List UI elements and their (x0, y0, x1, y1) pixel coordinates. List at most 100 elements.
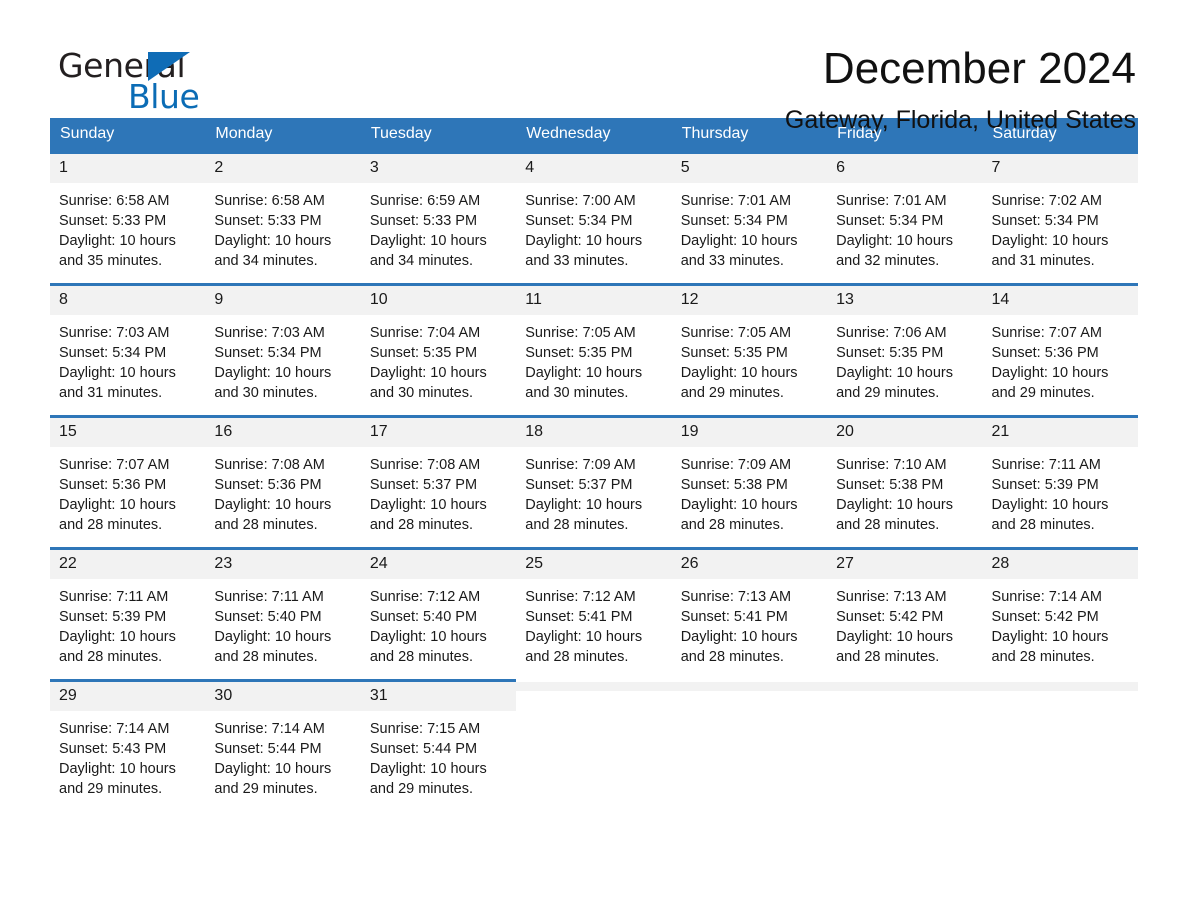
weekday-header-wednesday: Wednesday (516, 118, 672, 153)
day-cell[interactable]: 2 Sunrise: 6:58 AM Sunset: 5:33 PM Daylight… (205, 151, 361, 285)
calendar-week-row: 29 Sunrise: 7:14 AM Sunset: 5:43 PM Dayligh… (50, 679, 1138, 813)
daylight-text: Daylight: 10 hours and 29 minutes. (369, 761, 487, 797)
sunset-text: Sunset: 5:39 PM (991, 477, 1099, 493)
day-cell-empty (671, 679, 828, 813)
calendar-week-row: 15 Sunrise: 7:07 AM Sunset: 5:36 PM Dayligh… (50, 415, 1138, 549)
day-number (671, 682, 828, 691)
day-cell[interactable]: 20 Sunrise: 7:10 AM Sunset: 5:38 PM Dayligh… (827, 415, 983, 549)
title-block: December 2024 Gateway, Florida, United S… (785, 44, 1138, 135)
day-cell[interactable]: 14 Sunrise: 7:07 AM Sunset: 5:36 PM Dayligh… (982, 283, 1138, 417)
calendar-page: General Blue December 2024 Gateway, Flor… (0, 0, 1188, 918)
day-number: 2 (205, 154, 361, 183)
day-number: 25 (516, 550, 672, 579)
sunrise-text: Sunrise: 7:11 AM (991, 457, 1101, 473)
daylight-text: Daylight: 10 hours and 34 minutes. (369, 233, 487, 269)
day-cell[interactable]: 10 Sunrise: 7:04 AM Sunset: 5:35 PM Dayligh… (360, 283, 517, 417)
day-cell[interactable]: 26 Sunrise: 7:13 AM Sunset: 5:41 PM Dayligh… (671, 547, 828, 681)
day-number: 16 (205, 418, 361, 447)
sunset-text: Sunset: 5:34 PM (214, 345, 322, 361)
day-cell[interactable]: 18 Sunrise: 7:09 AM Sunset: 5:37 PM Dayligh… (516, 415, 672, 549)
day-cell[interactable]: 21 Sunrise: 7:11 AM Sunset: 5:39 PM Dayligh… (982, 415, 1138, 549)
sunset-text: Sunset: 5:44 PM (369, 741, 478, 757)
day-cell[interactable]: 29 Sunrise: 7:14 AM Sunset: 5:43 PM Dayligh… (50, 679, 206, 813)
sunset-text: Sunset: 5:34 PM (525, 213, 633, 229)
day-details: Sunrise: 7:06 AM Sunset: 5:35 PM Daylight:… (827, 315, 982, 403)
daylight-text: Daylight: 10 hours and 32 minutes. (836, 233, 953, 269)
calendar-week-row: 22 Sunrise: 7:11 AM Sunset: 5:39 PM Dayligh… (50, 547, 1138, 681)
day-number: 5 (671, 154, 828, 183)
general-blue-logo[interactable]: General Blue (50, 44, 250, 118)
day-number: 15 (50, 418, 206, 447)
day-number: 22 (50, 550, 206, 579)
sunset-text: Sunset: 5:44 PM (214, 741, 322, 757)
day-number: 31 (360, 682, 517, 711)
sunset-text: Sunset: 5:36 PM (59, 477, 167, 493)
sunset-text: Sunset: 5:42 PM (991, 609, 1099, 625)
sunrise-text: Sunrise: 6:59 AM (369, 193, 481, 209)
day-cell[interactable]: 16 Sunrise: 7:08 AM Sunset: 5:36 PM Dayligh… (205, 415, 361, 549)
day-details: Sunrise: 7:09 AM Sunset: 5:37 PM Daylight:… (516, 447, 671, 535)
daylight-text: Daylight: 10 hours and 28 minutes. (214, 629, 332, 665)
daylight-text: Daylight: 10 hours and 35 minutes. (59, 233, 176, 269)
daylight-text: Daylight: 10 hours and 28 minutes. (369, 629, 487, 665)
day-number: 4 (516, 154, 672, 183)
day-cell[interactable]: 8 Sunrise: 7:03 AM Sunset: 5:34 PM Daylight… (50, 283, 206, 417)
sunrise-text: Sunrise: 7:07 AM (991, 325, 1102, 341)
daylight-text: Daylight: 10 hours and 30 minutes. (214, 365, 332, 401)
day-details: Sunrise: 7:01 AM Sunset: 5:34 PM Daylight:… (827, 183, 982, 271)
sunset-text: Sunset: 5:36 PM (214, 477, 322, 493)
day-cell[interactable]: 17 Sunrise: 7:08 AM Sunset: 5:37 PM Dayligh… (360, 415, 517, 549)
daylight-text: Daylight: 10 hours and 31 minutes. (59, 365, 176, 401)
day-cell[interactable]: 4 Sunrise: 7:00 AM Sunset: 5:34 PM Daylight… (516, 151, 672, 285)
day-cell[interactable]: 31 Sunrise: 7:15 AM Sunset: 5:44 PM Dayligh… (360, 679, 517, 813)
day-cell[interactable]: 3 Sunrise: 6:59 AM Sunset: 5:33 PM Daylight… (360, 151, 517, 285)
sunset-text: Sunset: 5:41 PM (680, 609, 788, 625)
daylight-text: Daylight: 10 hours and 29 minutes. (836, 365, 953, 401)
sunset-text: Sunset: 5:34 PM (680, 213, 788, 229)
day-details: Sunrise: 7:00 AM Sunset: 5:34 PM Daylight:… (516, 183, 671, 271)
day-cell[interactable]: 23 Sunrise: 7:11 AM Sunset: 5:40 PM Dayligh… (205, 547, 361, 681)
daylight-text: Daylight: 10 hours and 33 minutes. (525, 233, 643, 269)
sunrise-text: Sunrise: 7:14 AM (214, 721, 325, 737)
day-cell[interactable]: 24 Sunrise: 7:12 AM Sunset: 5:40 PM Dayligh… (360, 547, 517, 681)
sunrise-text: Sunrise: 7:09 AM (680, 457, 792, 473)
day-number: 20 (827, 418, 983, 447)
day-cell[interactable]: 7 Sunrise: 7:02 AM Sunset: 5:34 PM Daylight… (982, 151, 1138, 285)
day-details: Sunrise: 7:03 AM Sunset: 5:34 PM Daylight:… (205, 315, 360, 403)
daylight-text: Daylight: 10 hours and 29 minutes. (214, 761, 332, 797)
day-cell[interactable]: 6 Sunrise: 7:01 AM Sunset: 5:34 PM Daylight… (827, 151, 983, 285)
day-cell[interactable]: 1 Sunrise: 6:58 AM Sunset: 5:33 PM Daylight… (50, 151, 206, 285)
day-details: Sunrise: 6:58 AM Sunset: 5:33 PM Daylight:… (205, 183, 360, 271)
day-cell[interactable]: 12 Sunrise: 7:05 AM Sunset: 5:35 PM Dayligh… (671, 283, 828, 417)
day-details: Sunrise: 7:15 AM Sunset: 5:44 PM Daylight:… (361, 711, 516, 799)
day-cell[interactable]: 22 Sunrise: 7:11 AM Sunset: 5:39 PM Dayligh… (50, 547, 206, 681)
sunset-text: Sunset: 5:40 PM (214, 609, 322, 625)
day-cell[interactable]: 19 Sunrise: 7:09 AM Sunset: 5:38 PM Dayligh… (671, 415, 828, 549)
daylight-text: Daylight: 10 hours and 31 minutes. (991, 233, 1109, 269)
day-number: 11 (516, 286, 672, 315)
sunrise-text: Sunrise: 7:14 AM (59, 721, 170, 737)
day-cell[interactable]: 30 Sunrise: 7:14 AM Sunset: 5:44 PM Dayligh… (205, 679, 361, 813)
day-cell[interactable]: 11 Sunrise: 7:05 AM Sunset: 5:35 PM Dayligh… (516, 283, 672, 417)
day-number: 21 (982, 418, 1138, 447)
daylight-text: Daylight: 10 hours and 29 minutes. (991, 365, 1109, 401)
day-cell[interactable]: 25 Sunrise: 7:12 AM Sunset: 5:41 PM Dayligh… (516, 547, 672, 681)
sunset-text: Sunset: 5:40 PM (369, 609, 478, 625)
sunrise-text: Sunrise: 7:02 AM (991, 193, 1102, 209)
sunset-text: Sunset: 5:39 PM (59, 609, 167, 625)
sunset-text: Sunset: 5:33 PM (369, 213, 478, 229)
day-cell[interactable]: 15 Sunrise: 7:07 AM Sunset: 5:36 PM Dayligh… (50, 415, 206, 549)
day-cell[interactable]: 13 Sunrise: 7:06 AM Sunset: 5:35 PM Dayligh… (827, 283, 983, 417)
sunset-text: Sunset: 5:35 PM (369, 345, 478, 361)
sunrise-text: Sunrise: 7:08 AM (369, 457, 481, 473)
day-cell[interactable]: 27 Sunrise: 7:13 AM Sunset: 5:42 PM Dayligh… (827, 547, 983, 681)
day-cell[interactable]: 9 Sunrise: 7:03 AM Sunset: 5:34 PM Daylight… (205, 283, 361, 417)
day-cell[interactable]: 28 Sunrise: 7:14 AM Sunset: 5:42 PM Dayligh… (982, 547, 1138, 681)
day-number: 6 (827, 154, 983, 183)
day-details: Sunrise: 7:04 AM Sunset: 5:35 PM Daylight:… (361, 315, 516, 403)
sunset-text: Sunset: 5:37 PM (369, 477, 478, 493)
day-cell[interactable]: 5 Sunrise: 7:01 AM Sunset: 5:34 PM Daylight… (671, 151, 828, 285)
daylight-text: Daylight: 10 hours and 29 minutes. (59, 761, 176, 797)
logo-text-blue: Blue (128, 77, 200, 116)
day-details: Sunrise: 7:05 AM Sunset: 5:35 PM Daylight:… (516, 315, 671, 403)
